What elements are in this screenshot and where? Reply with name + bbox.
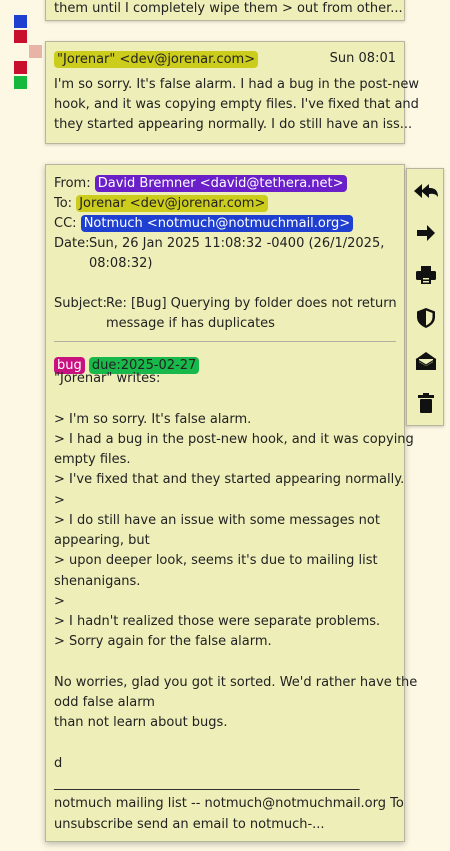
date-label: Date: [54, 236, 90, 251]
subject-value-line: message if has duplicates [106, 316, 275, 331]
date-value-line: 08:08:32) [89, 256, 153, 271]
message-body: "Jorenar" writes: > I'm so sorry. It's f… [54, 371, 418, 832]
to-row: To: Jorenar <dev@jorenar.com> [54, 194, 399, 214]
cc-address-tag[interactable]: Notmuch <notmuch@notmuchmail.org> [80, 215, 354, 232]
subject-label: Subject: [54, 296, 107, 311]
preview-line: I'm so sorry. It's false alarm. I had a … [54, 77, 420, 92]
mark-unread-icon [415, 352, 437, 370]
subject-row: Subject: Re: [Bug] Querying by folder do… [54, 294, 399, 354]
cc-row: CC: Notmuch <notmuch@notmuchmail.org> [54, 214, 399, 234]
tag-color-square-crimson-2 [14, 61, 27, 74]
to-label: To: [54, 196, 73, 211]
from-label: From: [54, 176, 91, 191]
forward-button[interactable] [412, 219, 440, 247]
message-preview: I'm so sorry. It's false alarm. I had a … [54, 75, 419, 135]
tag-color-square-green [14, 76, 27, 89]
print-button[interactable] [412, 261, 440, 289]
delete-button[interactable] [412, 389, 440, 417]
tag-color-square-crimson [14, 30, 27, 43]
cc-label: CC: [54, 216, 77, 231]
preview-line: hook, and it was copying empty files. I'… [54, 97, 419, 112]
message-date: Sun 08:01 [329, 51, 396, 66]
previous-message-card[interactable]: them until I completely wipe them > out … [45, 0, 405, 21]
security-button[interactable] [412, 304, 440, 332]
message-card-david-bremner[interactable]: From: David Bremner <david@tethera.net> … [45, 164, 417, 842]
sender-tag[interactable]: "Jorenar" <dev@jorenar.com> [54, 51, 259, 68]
reply-all-icon [414, 184, 438, 198]
reply-all-button[interactable] [412, 177, 440, 205]
from-address-tag[interactable]: David Bremner <david@tethera.net> [94, 175, 347, 192]
preview-line: they started appearing normally. I do st… [54, 117, 413, 132]
delete-trash-icon [418, 393, 434, 413]
from-row: From: David Bremner <david@tethera.net> [54, 174, 399, 194]
tag-color-square-blue [14, 15, 27, 28]
subject-value-line: Re: [Bug] Querying by folder does not re… [106, 296, 397, 311]
date-row: Date: Sun, 26 Jan 2025 11:08:32 -0400 (2… [54, 234, 399, 294]
message-header: "Jorenar" <dev@jorenar.com> Sun 08:01 [54, 51, 396, 71]
date-value-line: Sun, 26 Jan 2025 11:08:32 -0400 (26/1/20… [89, 236, 385, 251]
security-shield-icon [417, 308, 435, 328]
tag-color-square-pink [29, 45, 42, 58]
to-address-tag[interactable]: Jorenar <dev@jorenar.com> [76, 195, 269, 212]
forward-icon [417, 225, 435, 241]
header-divider [54, 341, 396, 342]
message-card-jorenar[interactable]: "Jorenar" <dev@jorenar.com> Sun 08:01 I'… [45, 41, 419, 144]
message-action-toolbar [406, 168, 444, 426]
message-headers: From: David Bremner <david@tethera.net> … [54, 174, 399, 376]
mark-unread-button[interactable] [412, 347, 440, 375]
print-icon [416, 266, 436, 284]
previous-message-snippet: them until I completely wipe them > out … [54, 1, 403, 16]
